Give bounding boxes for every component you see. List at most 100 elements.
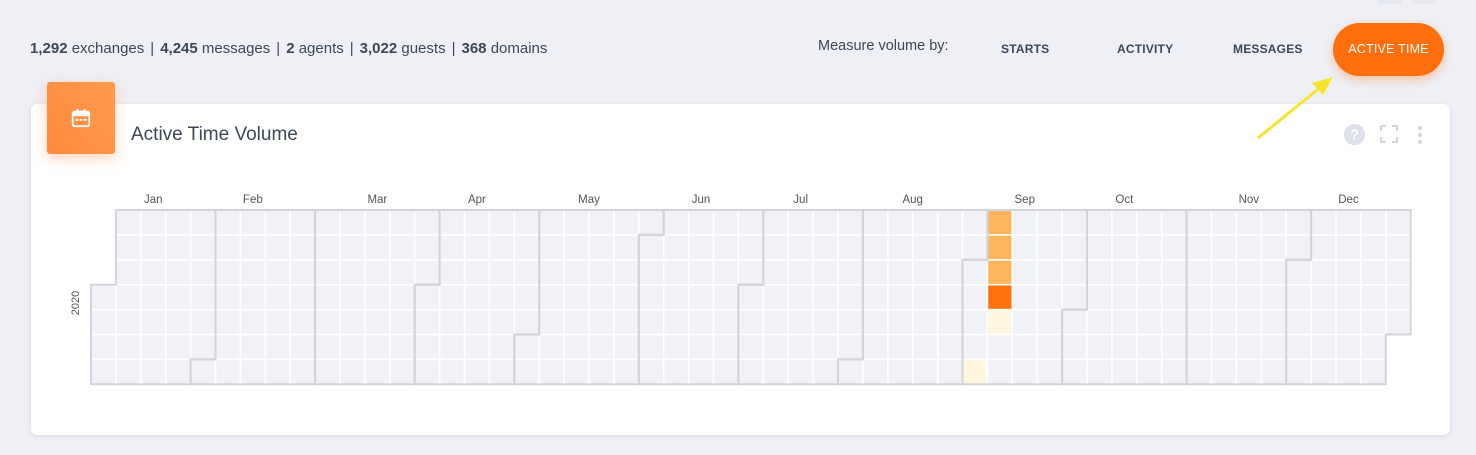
heatmap-cell[interactable] bbox=[1311, 210, 1336, 235]
heatmap-cell[interactable] bbox=[241, 285, 265, 309]
heatmap-cell[interactable] bbox=[589, 210, 614, 235]
heatmap-cell[interactable] bbox=[440, 310, 464, 334]
heatmap-cell[interactable] bbox=[1287, 235, 1311, 259]
heatmap-cell[interactable] bbox=[440, 335, 464, 359]
heatmap-cell[interactable] bbox=[1187, 235, 1211, 259]
heatmap-cell[interactable] bbox=[465, 210, 489, 235]
heatmap-cell[interactable] bbox=[1237, 335, 1261, 359]
heatmap-cell[interactable] bbox=[390, 310, 414, 334]
heatmap-cell[interactable] bbox=[141, 210, 165, 235]
heatmap-cell[interactable] bbox=[589, 360, 614, 384]
heatmap-cell[interactable] bbox=[589, 335, 614, 359]
heatmap-cell[interactable] bbox=[1062, 210, 1087, 235]
heatmap-cell[interactable] bbox=[614, 285, 638, 309]
heatmap-cell[interactable] bbox=[614, 360, 638, 384]
heatmap-cell[interactable] bbox=[1162, 210, 1186, 235]
heatmap-cell[interactable] bbox=[1087, 210, 1112, 235]
heatmap-cell[interactable] bbox=[1262, 260, 1286, 284]
heatmap-cell[interactable] bbox=[564, 210, 589, 235]
heatmap-cell[interactable] bbox=[789, 360, 813, 384]
heatmap-cell[interactable] bbox=[1137, 235, 1161, 259]
heatmap-cell[interactable] bbox=[116, 310, 140, 334]
heatmap-cell[interactable] bbox=[490, 360, 514, 384]
heatmap-cell[interactable] bbox=[1212, 360, 1236, 384]
heatmap-cell[interactable] bbox=[1187, 310, 1211, 334]
heatmap-cell[interactable] bbox=[614, 210, 638, 235]
heatmap-cell[interactable] bbox=[838, 260, 863, 284]
heatmap-cell[interactable] bbox=[739, 285, 763, 309]
heatmap-cell[interactable] bbox=[1137, 210, 1161, 235]
heatmap-cell[interactable] bbox=[116, 260, 140, 284]
heatmap-cell[interactable] bbox=[1062, 310, 1087, 334]
heatmap-cell[interactable] bbox=[888, 285, 912, 309]
heatmap-cell[interactable] bbox=[1237, 260, 1261, 284]
heatmap-cell[interactable] bbox=[91, 285, 116, 309]
heatmap-cell[interactable] bbox=[266, 235, 290, 259]
heatmap-cell[interactable] bbox=[266, 335, 290, 359]
heatmap-cell[interactable] bbox=[465, 260, 489, 284]
heatmap-cell[interactable] bbox=[863, 335, 887, 359]
heatmap-cell[interactable] bbox=[1287, 335, 1311, 359]
heatmap-cell[interactable] bbox=[1287, 260, 1311, 284]
heatmap-cell[interactable] bbox=[838, 285, 863, 309]
heatmap-cell[interactable] bbox=[1162, 235, 1186, 259]
heatmap-cell[interactable] bbox=[415, 210, 439, 235]
heatmap-cell[interactable] bbox=[1013, 260, 1037, 284]
heatmap-cell[interactable] bbox=[241, 310, 265, 334]
heatmap-cell[interactable] bbox=[664, 335, 688, 359]
heatmap-cell[interactable] bbox=[315, 310, 340, 334]
heatmap-cell[interactable] bbox=[913, 360, 937, 384]
heatmap-cell[interactable] bbox=[739, 335, 763, 359]
heatmap-cell[interactable] bbox=[1386, 210, 1410, 235]
heatmap-cell[interactable] bbox=[1262, 235, 1286, 259]
heatmap-cell[interactable] bbox=[490, 235, 514, 259]
heatmap-cell[interactable] bbox=[191, 335, 215, 359]
heatmap-cell[interactable] bbox=[813, 260, 838, 284]
heatmap-cell[interactable] bbox=[988, 360, 1012, 384]
heatmap-cell[interactable] bbox=[1361, 285, 1385, 309]
heatmap-cell[interactable] bbox=[1137, 335, 1161, 359]
heatmap-cell[interactable] bbox=[1013, 210, 1037, 235]
heatmap-cell[interactable] bbox=[714, 210, 738, 235]
heatmap-cell[interactable] bbox=[166, 310, 190, 334]
heatmap-cell[interactable] bbox=[216, 360, 240, 384]
heatmap-cell[interactable] bbox=[1062, 335, 1087, 359]
heatmap-cell[interactable] bbox=[913, 235, 937, 259]
heatmap-cell[interactable] bbox=[340, 235, 365, 259]
heatmap-cell[interactable] bbox=[390, 260, 414, 284]
heatmap-cell[interactable] bbox=[1336, 285, 1361, 309]
heatmap-cell[interactable] bbox=[465, 235, 489, 259]
heatmap-cell[interactable] bbox=[116, 235, 140, 259]
heatmap-cell[interactable] bbox=[415, 285, 439, 309]
heatmap-cell[interactable] bbox=[564, 310, 589, 334]
heatmap-cell[interactable] bbox=[1336, 335, 1361, 359]
heatmap-cell[interactable] bbox=[938, 285, 962, 309]
heatmap-cell-active[interactable] bbox=[988, 235, 1012, 259]
heatmap-cell[interactable] bbox=[639, 360, 663, 384]
heatmap-cell[interactable] bbox=[1361, 335, 1385, 359]
heatmap-cell[interactable] bbox=[91, 310, 116, 334]
heatmap-cell[interactable] bbox=[1386, 285, 1410, 309]
heatmap-cell[interactable] bbox=[963, 235, 987, 259]
heatmap-cell[interactable] bbox=[1386, 235, 1410, 259]
heatmap-cell[interactable] bbox=[888, 310, 912, 334]
heatmap-cell[interactable] bbox=[91, 335, 116, 359]
heatmap-cell[interactable] bbox=[540, 235, 564, 259]
heatmap-cell[interactable] bbox=[141, 360, 165, 384]
heatmap-cell[interactable] bbox=[291, 310, 315, 334]
heatmap-cell[interactable] bbox=[1087, 310, 1112, 334]
heatmap-cell[interactable] bbox=[764, 285, 788, 309]
heatmap-cell[interactable] bbox=[888, 260, 912, 284]
heatmap-cell[interactable] bbox=[1087, 285, 1112, 309]
heatmap-cell[interactable] bbox=[1386, 260, 1410, 284]
heatmap-cell[interactable] bbox=[315, 335, 340, 359]
heatmap-cell-active[interactable] bbox=[988, 285, 1012, 309]
heatmap-cell[interactable] bbox=[216, 210, 240, 235]
heatmap-cell[interactable] bbox=[938, 360, 962, 384]
heatmap-cell[interactable] bbox=[1336, 210, 1361, 235]
heatmap-cell[interactable] bbox=[415, 260, 439, 284]
heatmap-cell[interactable] bbox=[938, 235, 962, 259]
heatmap-cell[interactable] bbox=[614, 235, 638, 259]
heatmap-cell[interactable] bbox=[191, 210, 215, 235]
heatmap-cell[interactable] bbox=[838, 335, 863, 359]
